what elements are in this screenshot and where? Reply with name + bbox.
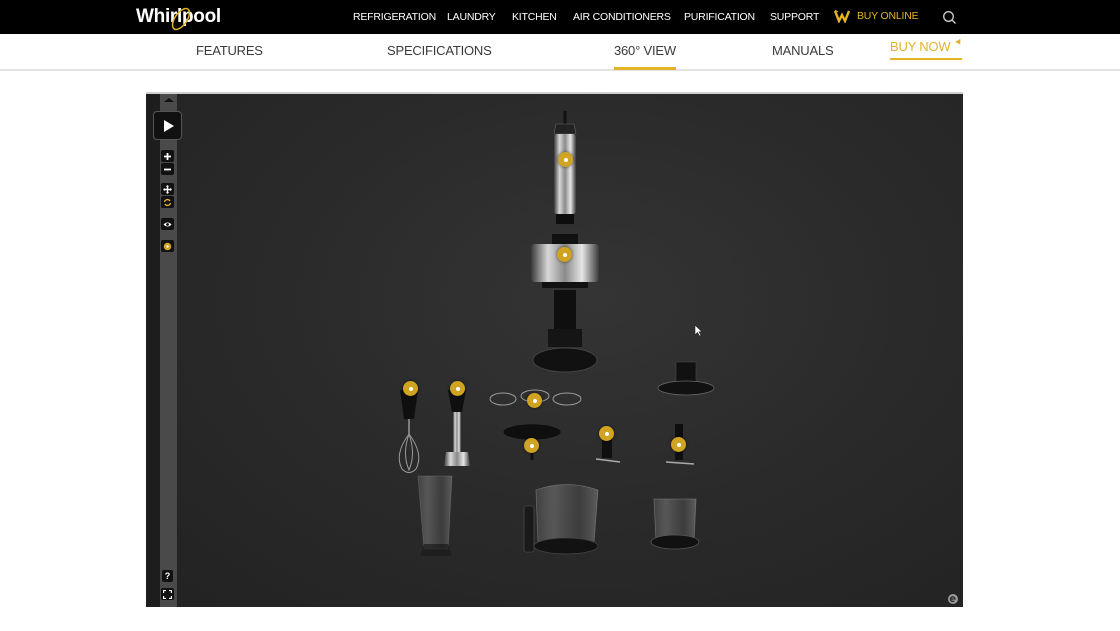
part-beaker[interactable] xyxy=(417,475,453,556)
tab-features[interactable]: FEATURES xyxy=(196,43,263,58)
part-food-processor-bowl[interactable] xyxy=(523,484,599,555)
w-logo-icon xyxy=(834,9,851,23)
tab-specifications[interactable]: SPECIFICATIONS xyxy=(387,43,492,58)
hotspot-chopping-blade[interactable] xyxy=(671,437,686,452)
search-icon[interactable] xyxy=(942,10,957,25)
product-exploded-view xyxy=(398,111,715,556)
part-small-chopper-lid[interactable] xyxy=(657,361,715,396)
hotspot-blender-wand[interactable] xyxy=(450,381,465,396)
buy-online-link[interactable]: BUY ONLINE xyxy=(834,9,919,23)
hotspot-slicing-discs[interactable] xyxy=(527,393,542,408)
nav-item-air-conditioners[interactable]: AIR CONDITIONERS xyxy=(573,11,671,23)
part-motor-body[interactable] xyxy=(553,111,577,224)
nav-item-support[interactable]: SUPPORT xyxy=(770,11,819,23)
logo-swoosh-icon xyxy=(171,7,191,31)
top-navigation-bar: Whirlpool REFRIGERATION LAUNDRY KITCHEN … xyxy=(0,0,1120,34)
hotspot-motor-body[interactable] xyxy=(558,152,573,167)
nav-item-purification[interactable]: PURIFICATION xyxy=(684,11,755,23)
viewer-brand-icon[interactable] xyxy=(947,593,959,605)
hotspot-disc-holder[interactable] xyxy=(524,438,539,453)
part-chopper-bowl[interactable] xyxy=(650,498,700,550)
whirlpool-logo[interactable]: Whirlpool xyxy=(136,4,221,31)
part-chopper-shaft[interactable] xyxy=(554,290,576,334)
hotspot-chopper-lid[interactable] xyxy=(557,247,572,262)
360-viewer[interactable]: ? xyxy=(146,92,963,607)
hotspot-blade-small[interactable] xyxy=(599,426,614,441)
buy-now-link[interactable]: BUY NOW xyxy=(890,38,964,54)
nav-item-refrigeration[interactable]: REFRIGERATION xyxy=(353,11,436,23)
tab-360-view[interactable]: 360° VIEW xyxy=(614,43,676,70)
triangle-down-icon xyxy=(955,38,964,47)
product-subnav: FEATURES SPECIFICATIONS 360° VIEW MANUAL… xyxy=(0,34,1120,71)
part-blender-wand[interactable] xyxy=(444,390,470,466)
part-whisk[interactable] xyxy=(398,390,420,473)
nav-item-kitchen[interactable]: KITCHEN xyxy=(512,11,557,23)
buy-now-label: BUY NOW xyxy=(890,39,951,54)
buy-online-label: BUY ONLINE xyxy=(857,10,919,22)
part-chopper-base[interactable] xyxy=(532,329,598,373)
mouse-cursor-icon xyxy=(694,324,703,337)
buy-now-underline xyxy=(890,58,962,60)
hotspot-whisk[interactable] xyxy=(403,381,418,396)
nav-item-laundry[interactable]: LAUNDRY xyxy=(447,11,496,23)
tab-manuals[interactable]: MANUALS xyxy=(772,43,834,58)
